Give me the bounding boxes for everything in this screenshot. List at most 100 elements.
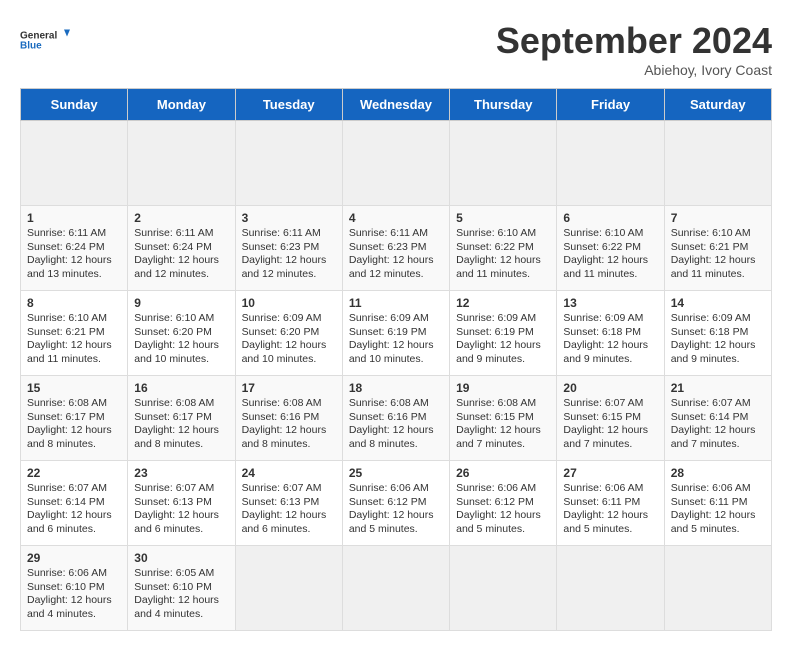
calendar-cell: 10Sunrise: 6:09 AMSunset: 6:20 PMDayligh… — [235, 291, 342, 376]
day-info: and 5 minutes. — [456, 523, 550, 537]
day-info: Daylight: 12 hours — [349, 254, 443, 268]
calendar-cell: 1Sunrise: 6:11 AMSunset: 6:24 PMDaylight… — [21, 206, 128, 291]
day-number: 4 — [349, 211, 443, 225]
day-info: Sunset: 6:10 PM — [134, 581, 228, 595]
day-info: Sunrise: 6:09 AM — [242, 312, 336, 326]
calendar-cell: 7Sunrise: 6:10 AMSunset: 6:21 PMDaylight… — [664, 206, 771, 291]
svg-text:Blue: Blue — [20, 41, 42, 52]
day-info: Sunrise: 6:06 AM — [27, 567, 121, 581]
day-number: 30 — [134, 551, 228, 565]
day-number: 10 — [242, 296, 336, 310]
day-number: 28 — [671, 466, 765, 480]
week-row-5: 29Sunrise: 6:06 AMSunset: 6:10 PMDayligh… — [21, 546, 772, 631]
day-info: Sunset: 6:20 PM — [134, 326, 228, 340]
day-info: Sunset: 6:10 PM — [27, 581, 121, 595]
day-info: Sunrise: 6:10 AM — [134, 312, 228, 326]
calendar-table: SundayMondayTuesdayWednesdayThursdayFrid… — [20, 88, 772, 631]
calendar-cell: 12Sunrise: 6:09 AMSunset: 6:19 PMDayligh… — [450, 291, 557, 376]
header-cell-tuesday: Tuesday — [235, 89, 342, 121]
day-info: and 5 minutes. — [671, 523, 765, 537]
day-info: Sunrise: 6:11 AM — [27, 227, 121, 241]
day-info: and 7 minutes. — [456, 438, 550, 452]
day-number: 6 — [563, 211, 657, 225]
day-info: Sunrise: 6:06 AM — [349, 482, 443, 496]
calendar-cell: 5Sunrise: 6:10 AMSunset: 6:22 PMDaylight… — [450, 206, 557, 291]
day-number: 7 — [671, 211, 765, 225]
day-number: 22 — [27, 466, 121, 480]
day-info: and 8 minutes. — [134, 438, 228, 452]
day-info: Sunrise: 6:09 AM — [349, 312, 443, 326]
day-info: Sunset: 6:19 PM — [349, 326, 443, 340]
calendar-cell: 28Sunrise: 6:06 AMSunset: 6:11 PMDayligh… — [664, 461, 771, 546]
page-header: General Blue September 2024 Abiehoу, Ivo… — [20, 20, 772, 78]
day-number: 12 — [456, 296, 550, 310]
day-number: 18 — [349, 381, 443, 395]
day-number: 27 — [563, 466, 657, 480]
day-number: 14 — [671, 296, 765, 310]
calendar-cell — [21, 121, 128, 206]
week-row-2: 8 Sunrise: 6:10 AM Sunset: 6:21 PM Daylight… — [21, 291, 772, 376]
day-info: Daylight: 12 hours — [563, 509, 657, 523]
day-info: and 11 minutes. — [671, 268, 765, 282]
day-info: Daylight: 12 hours — [349, 339, 443, 353]
day-info: Sunset: 6:11 PM — [671, 496, 765, 510]
day-info: and 11 minutes. — [456, 268, 550, 282]
day-info: Daylight: 12 hours — [242, 509, 336, 523]
day-info: Sunset: 6:15 PM — [456, 411, 550, 425]
day-info: Sunset: 6:13 PM — [242, 496, 336, 510]
day-number: 26 — [456, 466, 550, 480]
day-info: Daylight: 12 hours — [671, 254, 765, 268]
day-info: Sunset: 6:12 PM — [349, 496, 443, 510]
day-info: Daylight: 12 hours — [242, 339, 336, 353]
day-info: and 12 minutes. — [242, 268, 336, 282]
calendar-cell: 29Sunrise: 6:06 AMSunset: 6:10 PMDayligh… — [21, 546, 128, 631]
calendar-cell: 21Sunrise: 6:07 AMSunset: 6:14 PMDayligh… — [664, 376, 771, 461]
week-row-3: 15Sunrise: 6:08 AMSunset: 6:17 PMDayligh… — [21, 376, 772, 461]
day-info: Sunrise: 6:07 AM — [27, 482, 121, 496]
day-info: and 7 minutes. — [563, 438, 657, 452]
day-info: and 10 minutes. — [242, 353, 336, 367]
day-info: and 10 minutes. — [134, 353, 228, 367]
day-info: Sunrise: 6:11 AM — [134, 227, 228, 241]
day-number: 8 — [27, 296, 121, 310]
calendar-cell: 24Sunrise: 6:07 AMSunset: 6:13 PMDayligh… — [235, 461, 342, 546]
calendar-cell: 16Sunrise: 6:08 AMSunset: 6:17 PMDayligh… — [128, 376, 235, 461]
day-info: and 5 minutes. — [563, 523, 657, 537]
day-info: Daylight: 12 hours — [456, 339, 550, 353]
day-info: Daylight: 12 hours — [134, 339, 228, 353]
day-info: Daylight: 12 hours — [563, 339, 657, 353]
calendar-cell — [664, 121, 771, 206]
day-info: and 5 minutes. — [349, 523, 443, 537]
logo-svg: General Blue — [20, 20, 70, 60]
day-info: Sunset: 6:14 PM — [671, 411, 765, 425]
header-cell-thursday: Thursday — [450, 89, 557, 121]
calendar-cell: 13Sunrise: 6:09 AMSunset: 6:18 PMDayligh… — [557, 291, 664, 376]
calendar-cell: 20Sunrise: 6:07 AMSunset: 6:15 PMDayligh… — [557, 376, 664, 461]
day-info: Daylight: 12 hours — [456, 254, 550, 268]
day-info: Daylight: 12 hours — [134, 424, 228, 438]
day-number: 9 — [134, 296, 228, 310]
calendar-cell: 25Sunrise: 6:06 AMSunset: 6:12 PMDayligh… — [342, 461, 449, 546]
day-info: Sunset: 6:21 PM — [27, 326, 121, 340]
header-row: SundayMondayTuesdayWednesdayThursdayFrid… — [21, 89, 772, 121]
day-info: and 6 minutes. — [27, 523, 121, 537]
day-info: and 8 minutes. — [242, 438, 336, 452]
day-info: Sunrise: 6:05 AM — [134, 567, 228, 581]
day-info: and 4 minutes. — [134, 608, 228, 622]
day-info: Daylight: 12 hours — [134, 509, 228, 523]
day-info: Sunset: 6:11 PM — [563, 496, 657, 510]
day-info: Sunrise: 6:07 AM — [134, 482, 228, 496]
day-info: Sunset: 6:21 PM — [671, 241, 765, 255]
day-info: Sunrise: 6:08 AM — [242, 397, 336, 411]
day-number: 29 — [27, 551, 121, 565]
calendar-cell: 18Sunrise: 6:08 AMSunset: 6:16 PMDayligh… — [342, 376, 449, 461]
calendar-cell: 8Sunrise: 6:10 AMSunset: 6:21 PMDaylight… — [21, 291, 128, 376]
week-row-0 — [21, 121, 772, 206]
day-info: Sunrise: 6:09 AM — [456, 312, 550, 326]
day-info: Sunset: 6:22 PM — [456, 241, 550, 255]
header-cell-wednesday: Wednesday — [342, 89, 449, 121]
day-number: 5 — [456, 211, 550, 225]
day-info: and 6 minutes. — [134, 523, 228, 537]
calendar-cell: 15Sunrise: 6:08 AMSunset: 6:17 PMDayligh… — [21, 376, 128, 461]
day-info: Daylight: 12 hours — [671, 339, 765, 353]
